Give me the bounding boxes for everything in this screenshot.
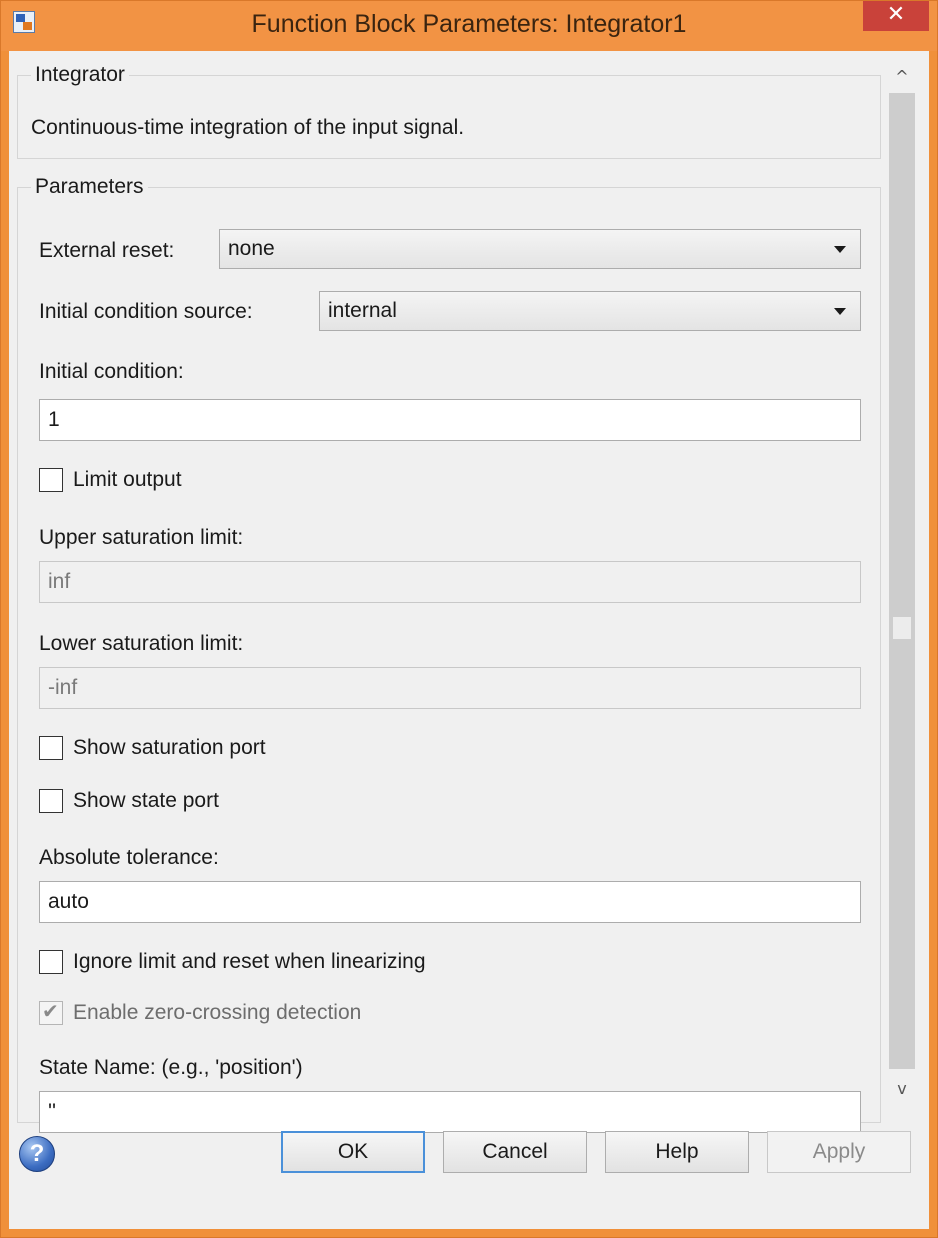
show-state-port-checkbox[interactable] bbox=[39, 789, 63, 813]
title-bar[interactable]: Function Block Parameters: Integrator1 ✕ bbox=[1, 1, 937, 51]
absolute-tolerance-label: Absolute tolerance: bbox=[39, 846, 219, 869]
dropdown-arrow-icon bbox=[834, 308, 846, 315]
scroll-down-arrow-icon[interactable]: v bbox=[889, 1075, 915, 1103]
external-reset-dropdown[interactable]: none bbox=[219, 229, 861, 269]
close-button[interactable]: ✕ bbox=[863, 1, 929, 31]
external-reset-label: External reset: bbox=[39, 239, 175, 262]
lower-saturation-label: Lower saturation limit: bbox=[39, 632, 244, 655]
description-legend: Integrator bbox=[31, 63, 129, 87]
parameters-legend: Parameters bbox=[31, 175, 148, 199]
apply-button[interactable]: Apply bbox=[767, 1131, 911, 1173]
state-name-input[interactable]: '' bbox=[39, 1091, 861, 1133]
show-state-port-label[interactable]: Show state port bbox=[73, 788, 219, 814]
upper-saturation-label: Upper saturation limit: bbox=[39, 526, 244, 549]
show-saturation-port-label[interactable]: Show saturation port bbox=[73, 735, 266, 761]
dialog-window: Function Block Parameters: Integrator1 ✕… bbox=[0, 0, 938, 1238]
limit-output-checkbox[interactable] bbox=[39, 468, 63, 492]
external-reset-value: none bbox=[228, 237, 275, 260]
show-saturation-port-checkbox[interactable] bbox=[39, 736, 63, 760]
cancel-button[interactable]: Cancel bbox=[443, 1131, 587, 1173]
scroll-track[interactable] bbox=[889, 93, 915, 1069]
block-description: Continuous-time integration of the input… bbox=[31, 116, 465, 139]
ignore-limit-checkbox[interactable] bbox=[39, 950, 63, 974]
ic-source-dropdown[interactable]: internal bbox=[319, 291, 861, 331]
checkmark-icon: ✔ bbox=[42, 999, 59, 1023]
ignore-limit-label[interactable]: Ignore limit and reset when linearizing bbox=[73, 949, 426, 975]
ok-button[interactable]: OK bbox=[281, 1131, 425, 1173]
ic-source-value: internal bbox=[328, 299, 397, 322]
initial-condition-label: Initial condition: bbox=[39, 360, 184, 383]
help-question-icon[interactable]: ? bbox=[19, 1136, 55, 1172]
zero-crossing-checkbox[interactable]: ✔ bbox=[39, 999, 63, 1025]
upper-saturation-input[interactable]: inf bbox=[39, 561, 861, 603]
lower-saturation-input[interactable]: -inf bbox=[39, 667, 861, 709]
ic-source-label: Initial condition source: bbox=[39, 300, 253, 323]
initial-condition-input[interactable]: 1 bbox=[39, 399, 861, 441]
vertical-scrollbar[interactable]: ^ v bbox=[889, 61, 915, 1111]
scroll-up-arrow-icon[interactable]: ^ bbox=[889, 63, 915, 91]
absolute-tolerance-input[interactable]: auto bbox=[39, 881, 861, 923]
scroll-thumb[interactable] bbox=[893, 617, 911, 639]
limit-output-label[interactable]: Limit output bbox=[73, 467, 182, 493]
help-button[interactable]: Help bbox=[605, 1131, 749, 1173]
dropdown-arrow-icon bbox=[834, 246, 846, 253]
state-name-label: State Name: (e.g., 'position') bbox=[39, 1056, 303, 1079]
window-title: Function Block Parameters: Integrator1 bbox=[251, 10, 687, 38]
dialog-body: Integrator Continuous-time integration o… bbox=[9, 51, 929, 1229]
zero-crossing-label[interactable]: Enable zero-crossing detection bbox=[73, 1000, 361, 1026]
